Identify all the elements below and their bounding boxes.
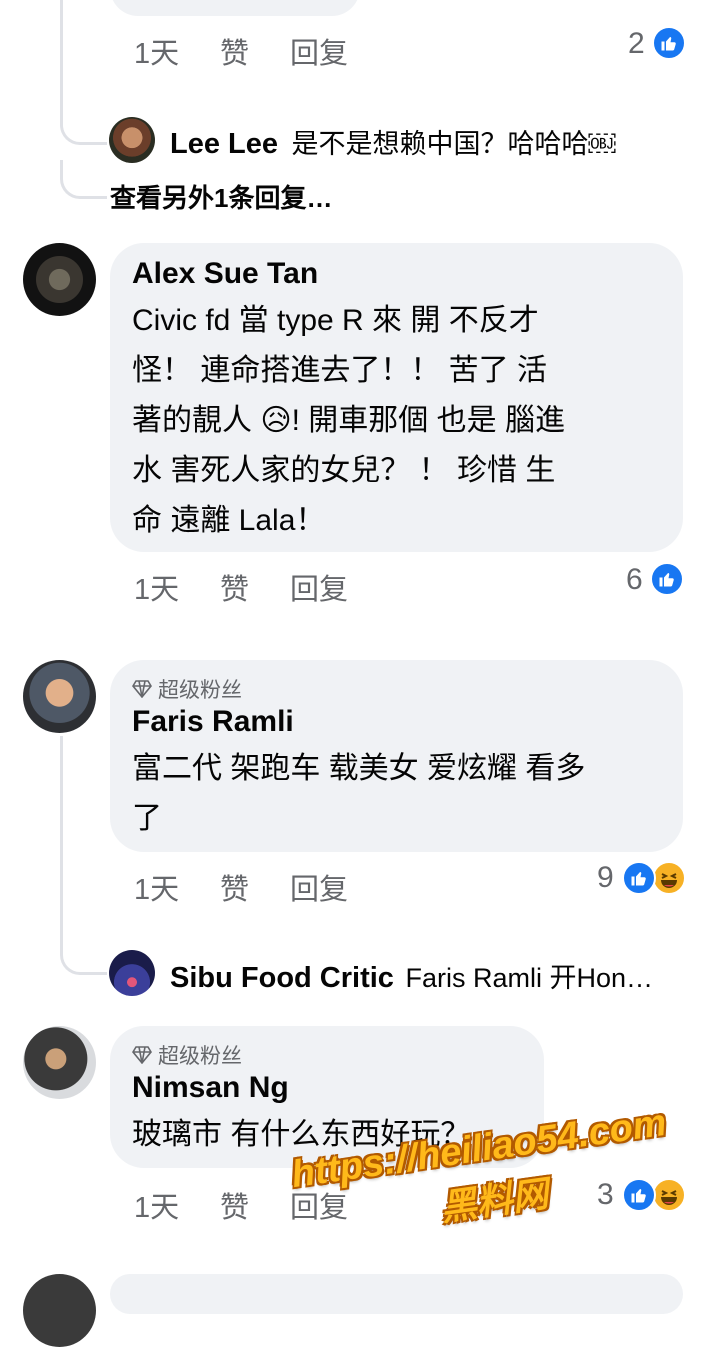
avatar-nimsan-ng[interactable] bbox=[23, 1026, 96, 1099]
badge-label: 超级粉丝 bbox=[158, 1045, 242, 1068]
comment-line: 怪！ 連命搭進去了！！ 苦了 活 bbox=[132, 354, 548, 387]
view-more-replies[interactable]: 查看另外1条回复… bbox=[110, 178, 332, 215]
comment-actions: 1天 赞 回复 bbox=[134, 866, 348, 908]
like-button[interactable]: 赞 bbox=[220, 566, 290, 608]
comment-author[interactable]: Nimsan Ng bbox=[132, 1070, 289, 1106]
avatar-sibu-food-critic[interactable] bbox=[109, 950, 155, 996]
reply-button[interactable]: 回复 bbox=[290, 30, 348, 72]
like-button[interactable]: 赞 bbox=[220, 30, 290, 72]
comment-time: 1天 bbox=[134, 874, 180, 906]
top-fan-badge: 超级粉丝 bbox=[132, 1040, 242, 1070]
avatar-lee-lee[interactable] bbox=[109, 117, 155, 163]
haha-reaction-icon bbox=[652, 861, 686, 895]
comment-time: 1天 bbox=[134, 574, 180, 606]
comment-text: 富二代 架跑车 载美女 爱炫耀 看多 了 bbox=[132, 744, 672, 844]
comment-author[interactable]: Alex Sue Tan bbox=[132, 256, 318, 292]
reply-connector bbox=[60, 112, 107, 145]
comment-line: 水 害死人家的女兒？ ！ 珍惜 生 bbox=[132, 454, 556, 487]
reply-sibu-food-critic[interactable]: Sibu Food Critic Faris Ramli 开Hon… bbox=[170, 956, 670, 995]
reaction-count[interactable]: 3 bbox=[597, 1178, 614, 1212]
comment-line: Civic fd 當 type R 來 開 不反才 bbox=[132, 304, 539, 337]
haha-reaction-icon bbox=[652, 1178, 686, 1212]
reply-text: Faris Ramli 开Hon… bbox=[405, 963, 653, 993]
view-more-connector bbox=[60, 160, 107, 199]
comment-actions: 1天 赞 回复 bbox=[134, 30, 348, 72]
comment-actions: 1天 赞 回复 bbox=[134, 566, 348, 608]
comment-line: 命 遠離 Lala！ bbox=[132, 504, 326, 537]
diamond-icon bbox=[132, 680, 152, 698]
reaction-count[interactable]: 9 bbox=[597, 861, 614, 895]
badge-label: 超级粉丝 bbox=[158, 679, 242, 702]
reaction-count[interactable]: 2 bbox=[628, 27, 645, 61]
comment-author[interactable]: Faris Ramli bbox=[132, 704, 294, 740]
comment-bubble-previous bbox=[110, 0, 360, 16]
reply-text: 是不是想赖中国？哈哈哈￼ bbox=[291, 129, 616, 159]
like-button[interactable]: 赞 bbox=[220, 1184, 290, 1226]
like-reaction-icon bbox=[650, 562, 684, 596]
avatar-alex-sue-tan[interactable] bbox=[23, 243, 96, 316]
comment-bubble-next bbox=[110, 1274, 683, 1314]
reply-author[interactable]: Sibu Food Critic bbox=[170, 962, 394, 994]
comment-text: Civic fd 當 type R 來 開 不反才 怪！ 連命搭進去了！！ 苦了… bbox=[132, 296, 672, 546]
top-fan-badge: 超级粉丝 bbox=[132, 674, 242, 704]
comment-line: 富二代 架跑车 载美女 爱炫耀 看多 bbox=[132, 752, 586, 785]
reply-author[interactable]: Lee Lee bbox=[170, 128, 278, 160]
like-button[interactable]: 赞 bbox=[220, 866, 290, 908]
reply-button[interactable]: 回复 bbox=[290, 566, 348, 608]
reply-lee-lee[interactable]: Lee Lee 是不是想赖中国？哈哈哈￼ bbox=[170, 122, 616, 161]
like-reaction-icon bbox=[622, 861, 656, 895]
thread-line bbox=[60, 0, 63, 120]
thread-line bbox=[60, 736, 63, 946]
like-reaction-icon bbox=[622, 1178, 656, 1212]
reaction-count[interactable]: 6 bbox=[626, 563, 643, 597]
diamond-icon bbox=[132, 1046, 152, 1064]
comment-line: 著的靚人 😥! 開車那個 也是 腦進 bbox=[132, 404, 565, 437]
avatar-faris-ramli[interactable] bbox=[23, 660, 96, 733]
comment-time: 1天 bbox=[134, 1192, 180, 1224]
reply-connector bbox=[60, 940, 107, 975]
comment-line: 了 bbox=[132, 802, 162, 835]
reply-button[interactable]: 回复 bbox=[290, 866, 348, 908]
avatar-next[interactable] bbox=[23, 1274, 96, 1347]
like-reaction-icon bbox=[652, 26, 686, 60]
comment-time: 1天 bbox=[134, 38, 180, 70]
